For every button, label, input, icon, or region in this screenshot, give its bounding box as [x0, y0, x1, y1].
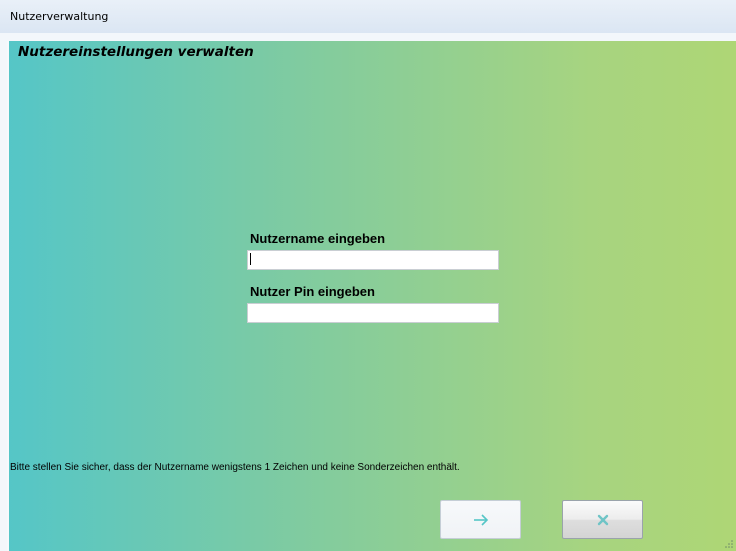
pin-input[interactable] — [247, 303, 499, 323]
title-bar[interactable]: Nutzerverwaltung — [0, 0, 736, 33]
username-label: Nutzername eingeben — [250, 231, 386, 246]
validation-hint: Bitte stellen Sie sicher, dass der Nutze… — [10, 462, 460, 473]
confirm-button[interactable] — [440, 500, 521, 539]
username-input[interactable] — [247, 250, 499, 270]
pin-label: Nutzer Pin eingeben — [250, 284, 375, 299]
text-caret — [250, 253, 251, 265]
user-management-window: Nutzerverwaltung Nutzereinstellungen ver… — [0, 0, 736, 551]
resize-grip-icon[interactable] — [725, 540, 733, 548]
page-title: Nutzereinstellungen verwalten — [18, 44, 254, 60]
cancel-button[interactable] — [562, 500, 643, 539]
close-x-icon — [597, 514, 608, 525]
window-title: Nutzerverwaltung — [10, 10, 109, 23]
arrow-right-icon — [473, 513, 488, 526]
